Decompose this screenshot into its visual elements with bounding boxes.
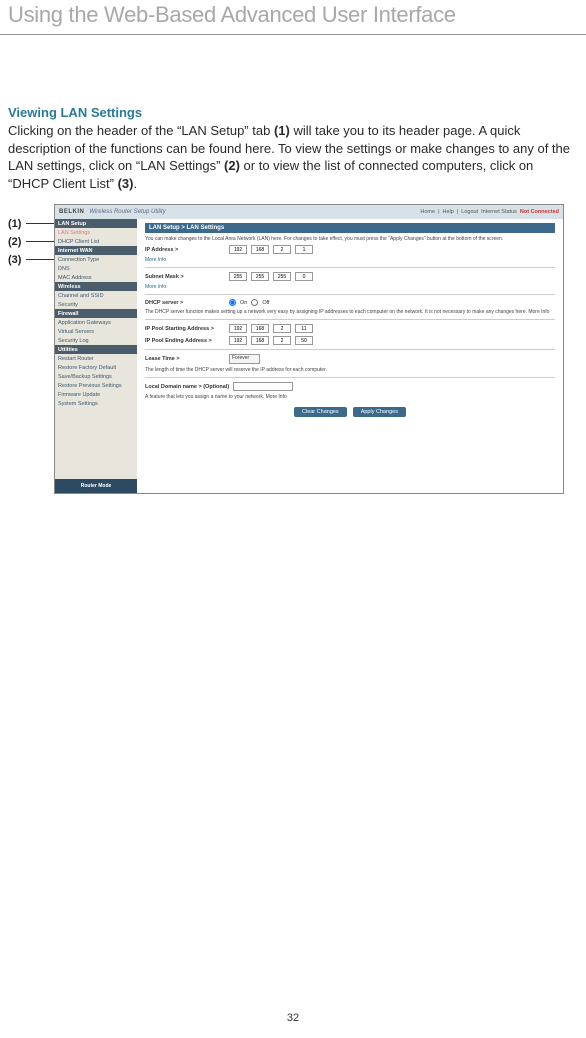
sidebar-cat-lan[interactable]: LAN Setup [55,219,137,228]
callout-ref-2: (2) [224,158,240,173]
router-screenshot: BELKIN Wireless Router Setup Utility Hom… [54,204,564,494]
sidebar-item-dhcp-client-list[interactable]: DHCP Client List [55,237,137,246]
subnet-octet-4[interactable] [295,272,313,281]
domain-description: A feature that lets you assign a name to… [145,394,555,400]
callout-line-1 [26,223,54,224]
sidebar-item-channel-ssid[interactable]: Channel and SSID [55,291,137,300]
ip-octet-2[interactable] [251,245,269,254]
pool-end-3[interactable] [273,336,291,345]
apply-changes-button[interactable]: Apply Changes [353,407,406,417]
sidebar-item-restore-default[interactable]: Restore Factory Default [55,363,137,372]
router-sidebar: LAN Setup LAN Settings DHCP Client List … [55,219,137,493]
callout-line-2 [26,241,54,242]
sidebar-item-virtual-servers[interactable]: Virtual Servers [55,327,137,336]
pool-start-2[interactable] [251,324,269,333]
lease-label: Lease Time > [145,356,225,362]
pool-start-4[interactable] [295,324,313,333]
body-paragraph: Clicking on the header of the “LAN Setup… [8,122,576,192]
router-main-panel: LAN Setup > LAN Settings You can make ch… [137,219,563,493]
callout-label-2: (2) [8,236,21,248]
sidebar-item-firmware[interactable]: Firmware Update [55,390,137,399]
sidebar-cat-wireless[interactable]: Wireless [55,282,137,291]
callout-line-3 [26,259,54,260]
ip-octet-1[interactable] [229,245,247,254]
domain-label: Local Domain name > (Optional) [145,384,229,390]
sidebar-item-lan-settings[interactable]: LAN Settings [55,228,137,237]
pool-start-label: IP Pool Starting Address > [145,326,225,332]
sidebar-item-save-backup[interactable]: Save/Backup Settings [55,372,137,381]
pool-end-1[interactable] [229,336,247,345]
page-number: 32 [0,1012,586,1024]
dhcp-label: DHCP server > [145,300,225,306]
section-heading: Viewing LAN Settings [8,105,576,120]
utility-title: Wireless Router Setup Utility [89,209,165,215]
panel-header: LAN Setup > LAN Settings [145,223,555,233]
text-fragment: . [133,176,137,191]
more-info-link[interactable]: More Info [145,257,555,263]
topnav-logout[interactable]: Logout [461,209,478,215]
topnav-home[interactable]: Home [420,209,435,215]
sidebar-router-mode: Router Mode [55,479,137,493]
sidebar-cat-firewall[interactable]: Firewall [55,309,137,318]
pool-start-1[interactable] [229,324,247,333]
sidebar-cat-utilities[interactable]: Utilities [55,345,137,354]
ip-octet-3[interactable] [273,245,291,254]
pool-start-3[interactable] [273,324,291,333]
callout-label-3: (3) [8,254,21,266]
pool-end-2[interactable] [251,336,269,345]
callout-ref-3: (3) [118,176,134,191]
pool-end-4[interactable] [295,336,313,345]
dhcp-on-radio[interactable] [229,299,236,306]
dhcp-on-text: On [240,300,247,306]
text-fragment: Clicking on the header of the “LAN Setup… [8,123,274,138]
clear-changes-button[interactable]: Clear Changes [294,407,347,417]
sidebar-item-security[interactable]: Security [55,300,137,309]
router-topbar: BELKIN Wireless Router Setup Utility Hom… [55,205,563,219]
sidebar-item-restart[interactable]: Restart Router [55,354,137,363]
ip-address-label: IP Address > [145,247,225,253]
sidebar-item-system[interactable]: System Settings [55,399,137,408]
subnet-octet-1[interactable] [229,272,247,281]
brand-logo: BELKIN [59,209,84,215]
topnav-status-value: Not Connected [520,209,559,215]
sidebar-item-mac[interactable]: MAC Address [55,273,137,282]
topnav-status-label: Internet Status [481,209,517,215]
topnav-help[interactable]: Help [443,209,454,215]
figure-with-callouts: (1) (2) (3) BELKIN Wireless Router Setup… [8,204,576,494]
subnet-octet-3[interactable] [273,272,291,281]
sidebar-item-connection-type[interactable]: Connection Type [55,255,137,264]
sidebar-item-app-gateways[interactable]: Application Gateways [55,318,137,327]
dhcp-off-radio[interactable] [251,299,258,306]
sidebar-item-restore-prev[interactable]: Restore Previous Settings [55,381,137,390]
sidebar-item-dns[interactable]: DNS [55,264,137,273]
ip-octet-4[interactable] [295,245,313,254]
panel-intro: You can make changes to the Local Area N… [145,236,555,242]
sidebar-item-security-log[interactable]: Security Log [55,336,137,345]
page-title: Using the Web-Based Advanced User Interf… [0,0,586,35]
more-info-link[interactable]: More Info [145,284,555,290]
lease-select[interactable]: Forever [229,354,260,364]
dhcp-description: The DHCP server function makes setting u… [145,309,555,315]
callout-ref-1: (1) [274,123,290,138]
subnet-octet-2[interactable] [251,272,269,281]
pool-end-label: IP Pool Ending Address > [145,338,225,344]
domain-input[interactable] [233,382,293,391]
callout-label-1: (1) [8,218,21,230]
lease-description: The length of time the DHCP server will … [145,367,555,373]
dhcp-off-text: Off [262,300,269,306]
topnav: Home| Help| Logout Internet Status Not C… [420,209,559,215]
sidebar-cat-wan[interactable]: Internet WAN [55,246,137,255]
subnet-label: Subnet Mask > [145,274,225,280]
